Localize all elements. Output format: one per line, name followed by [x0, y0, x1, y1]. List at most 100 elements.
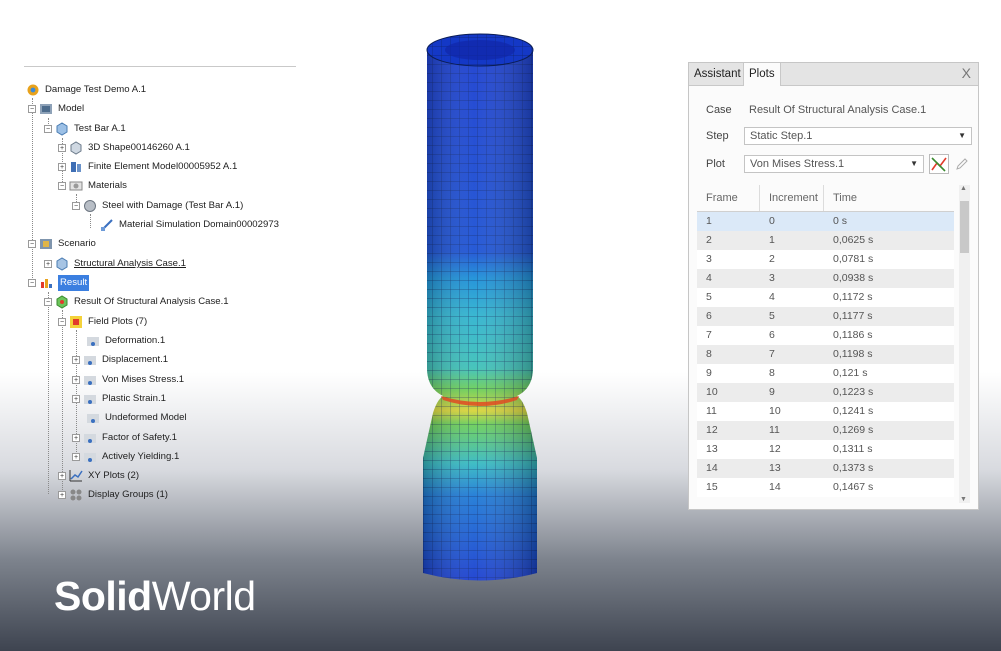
- tree-item-model[interactable]: − Model: [28, 101, 84, 117]
- expand-icon[interactable]: +: [72, 356, 80, 364]
- specification-tree: Damage Test Demo A.1 − Model − Test Bar …: [24, 66, 300, 516]
- collapse-icon[interactable]: −: [72, 202, 80, 210]
- frame-cell: 2: [706, 234, 712, 246]
- expand-icon[interactable]: +: [72, 453, 80, 461]
- tree-item-label: Model: [58, 103, 85, 114]
- table-row[interactable]: 2 1 0,0625 s: [697, 231, 954, 250]
- tree-item-materials[interactable]: − Materials: [58, 178, 127, 194]
- close-icon[interactable]: X: [962, 65, 971, 81]
- edit-pencil-icon[interactable]: [955, 157, 969, 171]
- frame-cell: 5: [706, 291, 712, 303]
- tree-connector: [90, 214, 91, 228]
- table-row[interactable]: 15 14 0,1467 s: [697, 478, 954, 497]
- table-header: Frame Increment Time: [697, 185, 954, 212]
- expand-icon[interactable]: +: [58, 144, 66, 152]
- tree-item-label: Actively Yielding.1: [102, 451, 180, 462]
- column-header-time[interactable]: Time: [824, 185, 954, 211]
- tree-root-label: Damage Test Demo A.1: [45, 84, 147, 95]
- scroll-down-icon[interactable]: ▼: [960, 496, 967, 503]
- time-cell: 0,1467 s: [833, 481, 874, 493]
- field-plot-item[interactable]: + Von Mises Stress.1: [72, 372, 184, 388]
- fea-model-viewport[interactable]: [405, 28, 555, 593]
- tree-item-result[interactable]: − Result: [28, 275, 90, 291]
- tab-plots[interactable]: Plots: [743, 63, 781, 86]
- tree-item-result-of[interactable]: − Result Of Structural Analysis Case.1: [44, 294, 229, 310]
- frame-cell: 3: [706, 253, 712, 265]
- expand-icon[interactable]: +: [72, 434, 80, 442]
- expand-icon[interactable]: +: [58, 491, 66, 499]
- plot-label: Plot: [706, 158, 725, 170]
- expand-icon[interactable]: +: [72, 395, 80, 403]
- field-plot-item[interactable]: + Plastic Strain.1: [72, 391, 166, 407]
- table-row[interactable]: 9 8 0,121 s: [697, 364, 954, 383]
- frame-cell: 4: [706, 272, 712, 284]
- tree-item-label: Field Plots (7): [88, 316, 148, 327]
- column-header-increment[interactable]: Increment: [760, 185, 824, 211]
- shape-icon: [69, 141, 83, 155]
- tree-item-3d-shape[interactable]: + 3D Shape00146260 A.1: [58, 140, 190, 156]
- product-gear-icon: [26, 83, 40, 97]
- expand-icon[interactable]: +: [72, 376, 80, 384]
- time-cell: 0,1186 s: [833, 329, 873, 341]
- field-plot-item[interactable]: Undeformed Model: [86, 410, 187, 426]
- tab-assistant[interactable]: Assistant: [689, 63, 746, 85]
- expand-icon[interactable]: +: [58, 163, 66, 171]
- table-row[interactable]: 4 3 0,0938 s: [697, 269, 954, 288]
- tree-item-domain[interactable]: Material Simulation Domain00002973: [100, 217, 279, 233]
- field-plot-item[interactable]: + Factor of Safety.1: [72, 430, 177, 446]
- table-row[interactable]: 10 9 0,1223 s: [697, 383, 954, 402]
- plot-dropdown[interactable]: Von Mises Stress.1 ▼: [744, 155, 924, 173]
- tree-root[interactable]: Damage Test Demo A.1: [26, 82, 146, 98]
- time-cell: 0,121 s: [833, 367, 868, 379]
- increment-cell: 2: [769, 253, 775, 265]
- collapse-icon[interactable]: −: [58, 318, 66, 326]
- expand-icon[interactable]: +: [44, 260, 52, 268]
- collapse-icon[interactable]: −: [44, 298, 52, 306]
- time-cell: 0,1373 s: [833, 462, 874, 474]
- tree-item-label: Structural Analysis Case.1: [74, 258, 186, 269]
- scrollbar-thumb[interactable]: [960, 201, 969, 253]
- time-cell: 0,1241 s: [833, 405, 874, 417]
- frame-cell: 7: [706, 329, 712, 341]
- table-row[interactable]: 3 2 0,0781 s: [697, 250, 954, 269]
- tree-item-fem[interactable]: + Finite Element Model00005952 A.1: [58, 159, 237, 175]
- collapse-icon[interactable]: −: [28, 240, 36, 248]
- table-row[interactable]: 12 11 0,1269 s: [697, 421, 954, 440]
- collapse-icon[interactable]: −: [28, 105, 36, 113]
- tree-item-xy-plots[interactable]: + XY Plots (2): [58, 468, 139, 484]
- increment-cell: 13: [769, 462, 781, 474]
- table-row[interactable]: 1 0 0 s: [697, 212, 954, 231]
- table-row[interactable]: 11 10 0,1241 s: [697, 402, 954, 421]
- tree-item-test-bar[interactable]: − Test Bar A.1: [44, 121, 126, 137]
- plot-icon: [83, 392, 97, 406]
- tree-item-label: Result: [58, 275, 90, 291]
- tree-item-display-groups[interactable]: + Display Groups (1): [58, 487, 168, 503]
- tree-item-analysis-case[interactable]: + Structural Analysis Case.1: [44, 256, 186, 272]
- collapse-icon[interactable]: −: [44, 125, 52, 133]
- tree-item-label: Material Simulation Domain00002973: [119, 219, 279, 230]
- expand-icon[interactable]: +: [58, 472, 66, 480]
- table-row[interactable]: 7 6 0,1186 s: [697, 326, 954, 345]
- field-plot-item[interactable]: Deformation.1: [86, 333, 165, 349]
- time-cell: 0,0625 s: [833, 234, 874, 246]
- table-row[interactable]: 14 13 0,1373 s: [697, 459, 954, 478]
- table-row[interactable]: 8 7 0,1198 s: [697, 345, 954, 364]
- scroll-up-icon[interactable]: ▲: [960, 185, 967, 192]
- tree-item-steel[interactable]: − Steel with Damage (Test Bar A.1): [72, 198, 243, 214]
- field-plot-item[interactable]: + Displacement.1: [72, 352, 168, 368]
- step-dropdown[interactable]: Static Step.1 ▼: [744, 127, 972, 145]
- field-plot-item[interactable]: + Actively Yielding.1: [72, 449, 179, 465]
- column-header-frame[interactable]: Frame: [697, 185, 760, 211]
- plot-settings-icon[interactable]: [929, 154, 949, 174]
- table-row[interactable]: 13 12 0,1311 s: [697, 440, 954, 459]
- domain-icon: [100, 218, 114, 232]
- table-row[interactable]: 5 4 0,1172 s: [697, 288, 954, 307]
- table-scrollbar[interactable]: ▲ ▼: [959, 185, 970, 503]
- tree-item-scenario[interactable]: − Scenario: [28, 236, 96, 252]
- table-row[interactable]: 6 5 0,1177 s: [697, 307, 954, 326]
- tree-item-field-plots[interactable]: − Field Plots (7): [58, 314, 147, 330]
- plot-icon: [83, 353, 97, 367]
- frame-cell: 15: [706, 481, 718, 493]
- collapse-icon[interactable]: −: [58, 182, 66, 190]
- collapse-icon[interactable]: −: [28, 279, 36, 287]
